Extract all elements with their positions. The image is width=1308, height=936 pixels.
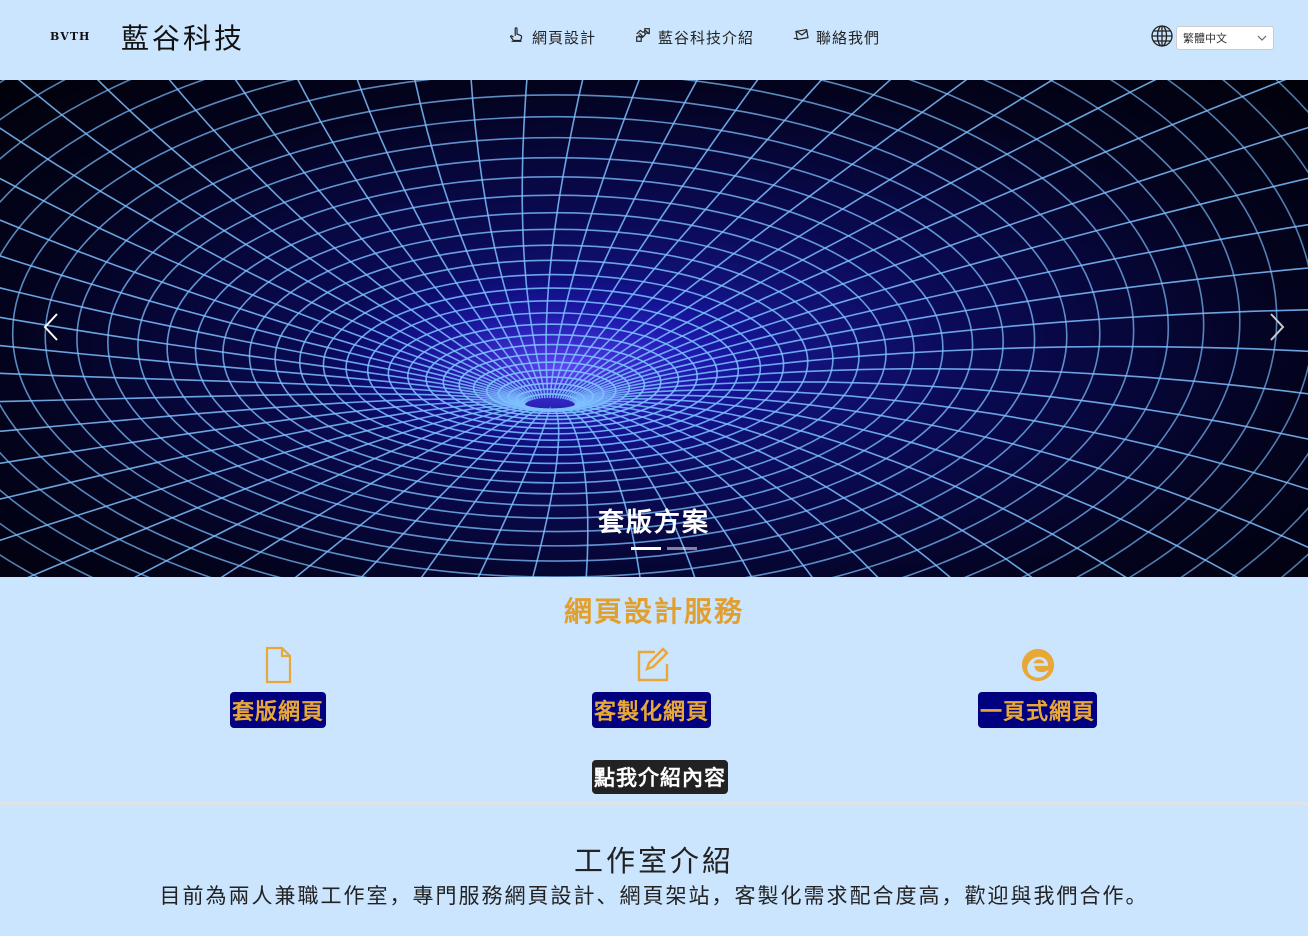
envelope-hand-icon [792,26,810,48]
logo[interactable]: BVTH [50,30,90,43]
carousel-prev-button[interactable] [42,312,62,342]
carousel-caption: 套版方案 [597,508,710,538]
globe-icon [1150,24,1174,52]
language-switcher: 繁體中文 [1150,24,1274,52]
about-text: 目前為兩人兼職工作室，專門服務網頁設計、網頁架站，客製化需求配合度高，歡迎與我們… [159,884,1149,908]
chevron-left-icon [43,313,58,341]
service-button-onepage[interactable]: 一頁式網頁 [978,692,1098,728]
nav-item-label: 藍谷科技介紹 [658,28,755,47]
carousel-next-button[interactable] [1266,312,1286,342]
edit-icon [635,646,669,688]
nav-item-about[interactable]: 藍谷科技介紹 [634,26,754,48]
chevron-right-icon [1270,313,1285,341]
edge-browser-icon [1021,646,1055,688]
nav-item-web-design[interactable]: 網頁設計 [508,26,596,48]
service-template: 套版網頁 [230,646,327,728]
nav-item-label: 網頁設計 [532,28,597,47]
nav-item-contact[interactable]: 聯絡我們 [792,26,880,48]
hero-carousel: 套版方案 [0,80,1308,577]
carousel-indicator[interactable] [631,547,661,550]
service-button-template[interactable]: 套版網頁 [230,692,327,728]
more-info-button[interactable]: 點我介紹內容 [592,760,728,794]
file-icon [261,646,295,688]
service-onepage: 一頁式網頁 [978,646,1098,728]
section-divider [0,802,1308,805]
main-nav: 網頁設計 藍谷科技介紹 聯絡我們 [508,26,880,48]
nav-item-label: 聯絡我們 [816,28,881,47]
services-title: 網頁設計服務 [563,595,744,628]
handshake-icon [634,26,652,48]
language-select[interactable]: 繁體中文 [1176,26,1274,50]
hand-pointer-icon [508,26,526,48]
service-button-custom[interactable]: 客製化網頁 [592,692,712,728]
service-custom: 客製化網頁 [592,646,712,728]
chevron-down-icon [1257,35,1267,41]
site-header: BVTH 藍谷科技 網頁設計 藍谷科技介紹 聯絡我們 繁體中文 [0,0,1308,80]
brand-name[interactable]: 藍谷科技 [121,17,245,57]
carousel-indicators [631,547,697,550]
carousel-indicator[interactable] [667,547,697,550]
about-title: 工作室介紹 [573,844,734,878]
language-selected: 繁體中文 [1183,32,1227,45]
